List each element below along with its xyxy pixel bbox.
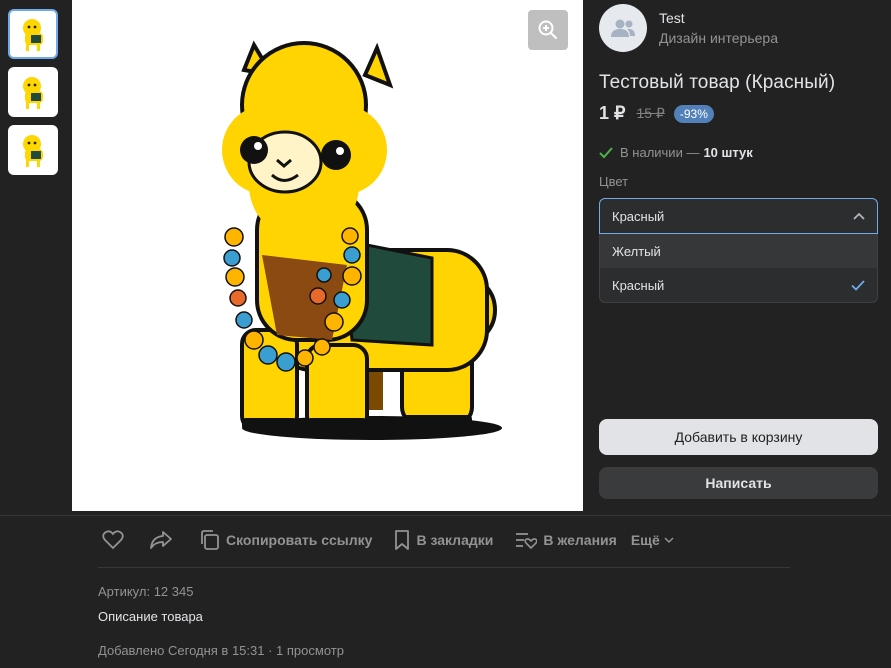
color-label: Цвет [599,174,629,189]
added-info: Добавлено Сегодня в 15:31 · 1 просмотр [98,643,344,658]
llama-thumbnail-image [23,135,43,167]
copy-link-button[interactable]: Скопировать ссылку [200,530,372,550]
product-info-panel: Test Дизайн интерьера Тестовый товар (Кр… [599,0,878,303]
share-icon [150,531,172,549]
product-title: Тестовый товар (Красный) [599,72,836,93]
color-select[interactable]: Красный [599,198,878,234]
llama-thumbnail-image [23,19,43,51]
color-dropdown: Желтый Красный [599,234,878,303]
stock-count: 10 штук [703,145,753,160]
seller-block[interactable]: Test Дизайн интерьера [599,0,878,56]
users-icon [611,19,635,37]
bookmark-icon [395,530,410,550]
stock-status: В наличии — 10 штук [599,145,878,160]
thumbnail-list [8,9,58,183]
zoom-button[interactable] [528,10,568,50]
product-description: Описание товара [98,609,203,624]
heart-icon [102,530,124,550]
bookmarks-button[interactable]: В закладки [394,530,493,550]
chevron-up-icon [853,212,865,220]
old-price: 15 ₽ [636,105,665,121]
llama-thumbnail-image [23,77,43,109]
seller-subtitle: Дизайн интерьера [659,30,778,46]
copy-icon [201,530,219,550]
like-button[interactable] [102,530,124,550]
wishlist-icon [516,533,538,549]
discount-badge: -93% [673,104,714,123]
product-image[interactable] [72,0,583,511]
llama-illustration [222,40,502,440]
price-row: 1 ₽ 15 ₽ -93% [599,103,878,124]
action-bar: Скопировать ссылку В закладки В желания … [102,527,674,553]
thumbnail-3[interactable] [8,125,58,175]
more-button[interactable]: Ещё [631,532,674,548]
more-label: Ещё [630,532,660,548]
price: 1 ₽ [599,103,626,123]
avatar[interactable] [599,4,647,52]
color-option-label: Желтый [612,243,661,259]
article-number: Артикул: 12 345 [98,584,194,599]
thumbnail-2[interactable] [8,67,58,117]
thumbnail-1[interactable] [8,9,58,59]
divider [0,515,891,516]
color-option-red[interactable]: Красный [600,268,877,302]
wishlist-button[interactable]: В желания [515,531,617,549]
bookmarks-label: В закладки [416,532,494,548]
product-page: Test Дизайн интерьера Тестовый товар (Кр… [0,0,891,668]
color-option-yellow[interactable]: Желтый [600,234,877,268]
color-select-value: Красный [612,208,665,224]
check-icon [851,279,865,291]
divider [98,567,790,568]
add-to-cart-button[interactable]: Добавить в корзину [599,419,878,455]
seller-name[interactable]: Test [659,10,778,26]
chevron-down-icon [664,536,674,543]
wishlist-label: В желания [543,532,617,548]
zoom-in-icon [538,20,557,39]
write-button[interactable]: Написать [599,467,878,499]
copy-link-label: Скопировать ссылку [226,532,373,548]
stock-text: В наличии — [620,145,700,160]
color-option-label: Красный [612,277,665,293]
check-icon [599,146,613,158]
share-button[interactable] [150,531,172,549]
